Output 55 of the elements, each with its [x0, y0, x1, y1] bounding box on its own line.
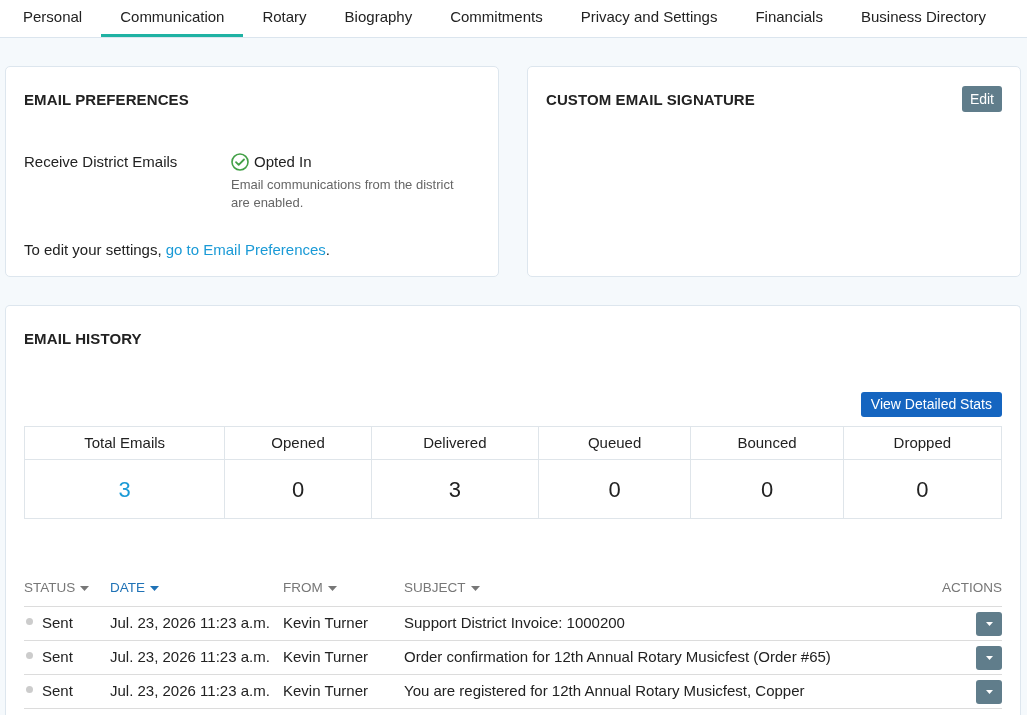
actions-dropdown-button[interactable] — [976, 612, 1002, 636]
stats-value-cell: 3 — [371, 459, 539, 519]
tab[interactable]: Biography — [325, 0, 432, 37]
settings-hint: To edit your settings, go to Email Preferences. — [24, 240, 331, 260]
stats-value-cell: 0 — [690, 459, 844, 519]
setting-label: Receive District Emails — [24, 152, 179, 172]
stats-header-cell: Queued — [538, 426, 691, 460]
stats-header-cell: Total Emails — [24, 426, 225, 460]
caret-down-icon — [470, 585, 480, 591]
actions-dropdown-button[interactable] — [976, 680, 1002, 704]
table-cell: Jul. 23, 2026 11:23 a.m. — [110, 640, 283, 674]
stats-header-cell: Bounced — [690, 426, 844, 460]
view-stats-button[interactable]: View Detailed Stats — [860, 392, 1002, 417]
status-text: Sent — [42, 613, 73, 631]
tab[interactable]: Communication — [101, 0, 244, 37]
table-cell: Jul. 23, 2026 11:23 a.m. — [110, 606, 283, 640]
sort-header[interactable]: DATE — [110, 578, 159, 599]
stats-header-cell: Dropped — [843, 426, 1002, 460]
tab[interactable]: Financials — [736, 0, 842, 37]
stats-header-cell: Delivered — [371, 426, 539, 460]
sort-header[interactable]: SUBJECT — [404, 578, 480, 599]
table-cell: You are registered for 12th Annual Rotary Musicfest, Copper — [404, 674, 922, 708]
caret-down-icon — [985, 622, 993, 626]
caret-down-icon — [985, 656, 993, 660]
stats-value-cell: 0 — [538, 459, 691, 519]
table-cell: Kevin Turner — [283, 606, 404, 640]
card-title: EMAIL HISTORY — [24, 329, 143, 349]
tab[interactable]: Privacy and Settings — [561, 0, 737, 37]
stats-header-cell: Opened — [224, 426, 372, 460]
actions-dropdown-button[interactable] — [976, 646, 1002, 670]
edit-button[interactable]: Edit — [961, 86, 1002, 112]
card-title: EMAIL PREFERENCES — [24, 90, 190, 110]
status-text: Sent — [42, 681, 73, 699]
card-title: CUSTOM EMAIL SIGNATURE — [546, 90, 755, 110]
status-note: Email communications from the district are enabled. — [231, 176, 455, 212]
tab[interactable]: Commitments — [431, 0, 562, 37]
tab[interactable]: Personal — [4, 0, 102, 37]
sort-header[interactable]: STATUS — [24, 578, 90, 599]
sort-header[interactable]: FROM — [283, 578, 337, 599]
stats-value-cell: 0 — [843, 459, 1002, 519]
caret-down-icon — [80, 585, 90, 591]
caret-down-icon — [150, 585, 159, 591]
tab[interactable]: Business Directory — [841, 0, 1005, 37]
table-cell: Order confirmation for 12th Annual Rotary Musicfest (Order #65) — [404, 640, 922, 674]
table-cell: Jul. 23, 2026 11:23 a.m. — [110, 674, 283, 708]
status-text: Sent — [42, 647, 73, 665]
caret-down-icon — [985, 690, 993, 694]
opt-in-status: Opted In — [254, 152, 312, 172]
column-header: ACTIONS — [942, 579, 1002, 597]
caret-down-icon — [327, 585, 337, 591]
table-cell: Kevin Turner — [283, 640, 404, 674]
stats-value-cell: 0 — [224, 459, 372, 519]
table-cell: Kevin Turner — [283, 674, 404, 708]
table-cell: Support District Invoice: 1000200 — [404, 606, 922, 640]
tab[interactable]: Rotary — [243, 0, 326, 37]
